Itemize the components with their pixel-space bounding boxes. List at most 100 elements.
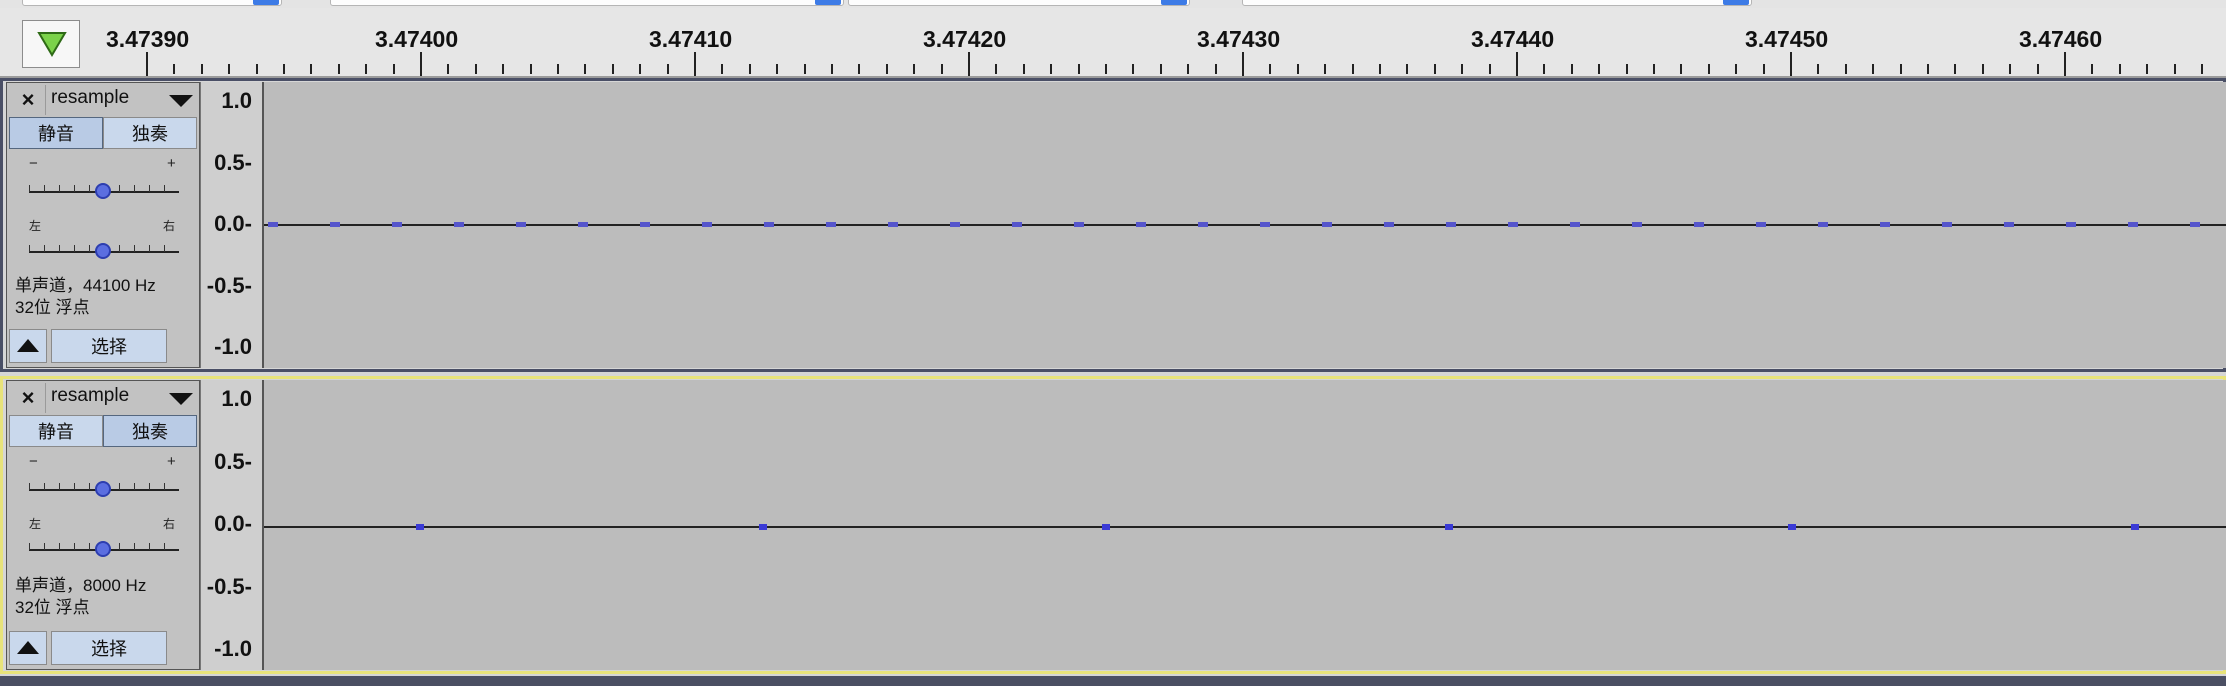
- pinned-play-head-button[interactable]: [22, 20, 80, 68]
- track-info-channels-rate: 单声道，8000 Hz: [15, 576, 147, 595]
- ruler-minor-tick: [941, 64, 943, 74]
- mute-button[interactable]: 静音: [9, 415, 103, 447]
- select-track-button[interactable]: 选择: [51, 329, 167, 363]
- pan-right-label: 右: [163, 517, 176, 531]
- toolbar-field[interactable]: [22, 0, 282, 6]
- sample-point: [1074, 222, 1084, 227]
- ruler-minor-tick: [639, 64, 641, 74]
- ruler-minor-tick: [1489, 64, 1491, 74]
- dropdown-arrow-icon[interactable]: [1161, 0, 1187, 5]
- collapse-track-button[interactable]: [9, 329, 47, 363]
- track-control-panel: × resample 静音 独奏 − + 左 右 单声道，44100 Hz 32…: [6, 82, 200, 368]
- dropdown-arrow-icon[interactable]: [253, 0, 279, 5]
- ruler-minor-tick: [721, 64, 723, 74]
- track-menu-arrow-icon[interactable]: [169, 95, 193, 107]
- select-track-button[interactable]: 选择: [51, 631, 167, 665]
- ruler-minor-tick: [1461, 64, 1463, 74]
- ruler-minor-tick: [338, 64, 340, 74]
- ruler-time-label: 3.47420: [923, 26, 1007, 52]
- amplitude-label: 1.0: [221, 88, 252, 113]
- ruler-minor-tick: [1187, 64, 1189, 74]
- ruler-minor-tick: [1817, 64, 1819, 74]
- audio-track: × resample 静音 独奏 − + 左 右 单声道，8000 Hz 32位…: [0, 376, 2226, 674]
- sample-point: [702, 222, 712, 227]
- track-info-bit-depth: 32位 浮点: [15, 298, 90, 317]
- pan-slider-thumb[interactable]: [95, 541, 111, 557]
- pan-left-label: 左: [29, 219, 42, 233]
- ruler-minor-tick: [1598, 64, 1600, 74]
- solo-button[interactable]: 独奏: [103, 415, 197, 447]
- track-info-bit-depth: 32位 浮点: [15, 598, 90, 617]
- dropdown-arrow-icon[interactable]: [815, 0, 841, 5]
- gain-slider-thumb[interactable]: [95, 183, 111, 199]
- ruler-minor-tick: [283, 64, 285, 74]
- ruler-major-tick: [2064, 52, 2066, 76]
- ruler-minor-tick: [1954, 64, 1956, 74]
- bottom-scroll-strip: [0, 676, 2226, 686]
- waveform-area[interactable]: [264, 380, 2226, 670]
- ruler-major-tick: [694, 52, 696, 76]
- ruler-minor-tick: [310, 64, 312, 74]
- amplitude-label: 0.0-: [214, 211, 252, 236]
- gain-slider-thumb[interactable]: [95, 481, 111, 497]
- ruler-minor-tick: [530, 64, 532, 74]
- ruler-minor-tick: [1406, 64, 1408, 74]
- track-info-format: 单声道，8000 Hz 32位 浮点: [15, 575, 146, 619]
- track-menu-arrow-icon[interactable]: [169, 393, 193, 405]
- track-name[interactable]: resample: [51, 385, 129, 407]
- ruler-minor-tick: [2037, 64, 2039, 74]
- amplitude-label: 0.5-: [214, 449, 252, 474]
- mute-button[interactable]: 静音: [9, 117, 103, 149]
- sample-point: [516, 222, 526, 227]
- amplitude-label: 0.5-: [214, 150, 252, 175]
- ruler-time-label: 3.47430: [1197, 26, 1281, 52]
- gain-plus-label: +: [167, 155, 176, 172]
- gain-minus-label: −: [29, 155, 38, 172]
- ruler-minor-tick: [1653, 64, 1655, 74]
- audio-track: × resample 静音 独奏 − + 左 右 单声道，44100 Hz 32…: [0, 78, 2226, 372]
- ruler-minor-tick: [612, 64, 614, 74]
- ruler-minor-tick: [1543, 64, 1545, 74]
- amplitude-label: -0.5-: [206, 574, 252, 599]
- ruler-minor-tick: [1023, 64, 1025, 74]
- ruler-minor-tick: [557, 64, 559, 74]
- sample-point: [1788, 524, 1796, 530]
- ruler-minor-tick: [1297, 64, 1299, 74]
- ruler-minor-tick: [2119, 64, 2121, 74]
- waveform-area[interactable]: [264, 82, 2226, 368]
- collapse-track-button[interactable]: [9, 631, 47, 665]
- ruler-minor-tick: [2091, 64, 2093, 74]
- ruler-minor-tick: [228, 64, 230, 74]
- pan-slider-thumb[interactable]: [95, 243, 111, 259]
- toolbar-strip: [0, 0, 2226, 8]
- timeline-ruler[interactable]: 3.47390 3.47400 3.47410 3.47420 3.47430 3.474…: [0, 8, 2226, 78]
- toolbar-field[interactable]: [848, 0, 1190, 6]
- sample-point: [1694, 222, 1704, 227]
- sample-point: [1102, 524, 1110, 530]
- dropdown-arrow-icon[interactable]: [1723, 0, 1749, 5]
- ruler-time-label: 3.47410: [649, 26, 733, 52]
- ruler-major-tick: [146, 52, 148, 76]
- solo-button[interactable]: 独奏: [103, 117, 197, 149]
- ruler-minor-tick: [1215, 64, 1217, 74]
- amplitude-ruler: 1.0 0.5- 0.0- -0.5- -1.0: [200, 82, 264, 368]
- ruler-minor-tick: [2174, 64, 2176, 74]
- ruler-minor-tick: [667, 64, 669, 74]
- sample-point: [1508, 222, 1518, 227]
- toolbar-field[interactable]: [1242, 0, 1752, 6]
- sample-point: [1632, 222, 1642, 227]
- track-name[interactable]: resample: [51, 87, 129, 109]
- sample-point: [1445, 524, 1453, 530]
- track-control-panel: × resample 静音 独奏 − + 左 右 单声道，8000 Hz 32位…: [6, 380, 200, 670]
- close-track-button[interactable]: ×: [11, 85, 46, 115]
- ruler-minor-tick: [1379, 64, 1381, 74]
- ruler-major-tick: [968, 52, 970, 76]
- close-track-button[interactable]: ×: [11, 383, 46, 413]
- toolbar-field[interactable]: [330, 0, 844, 6]
- sample-point: [759, 524, 767, 530]
- ruler-minor-tick: [584, 64, 586, 74]
- ruler-minor-tick: [1763, 64, 1765, 74]
- ruler-minor-tick: [804, 64, 806, 74]
- ruler-minor-tick: [502, 64, 504, 74]
- sample-point: [1818, 222, 1828, 227]
